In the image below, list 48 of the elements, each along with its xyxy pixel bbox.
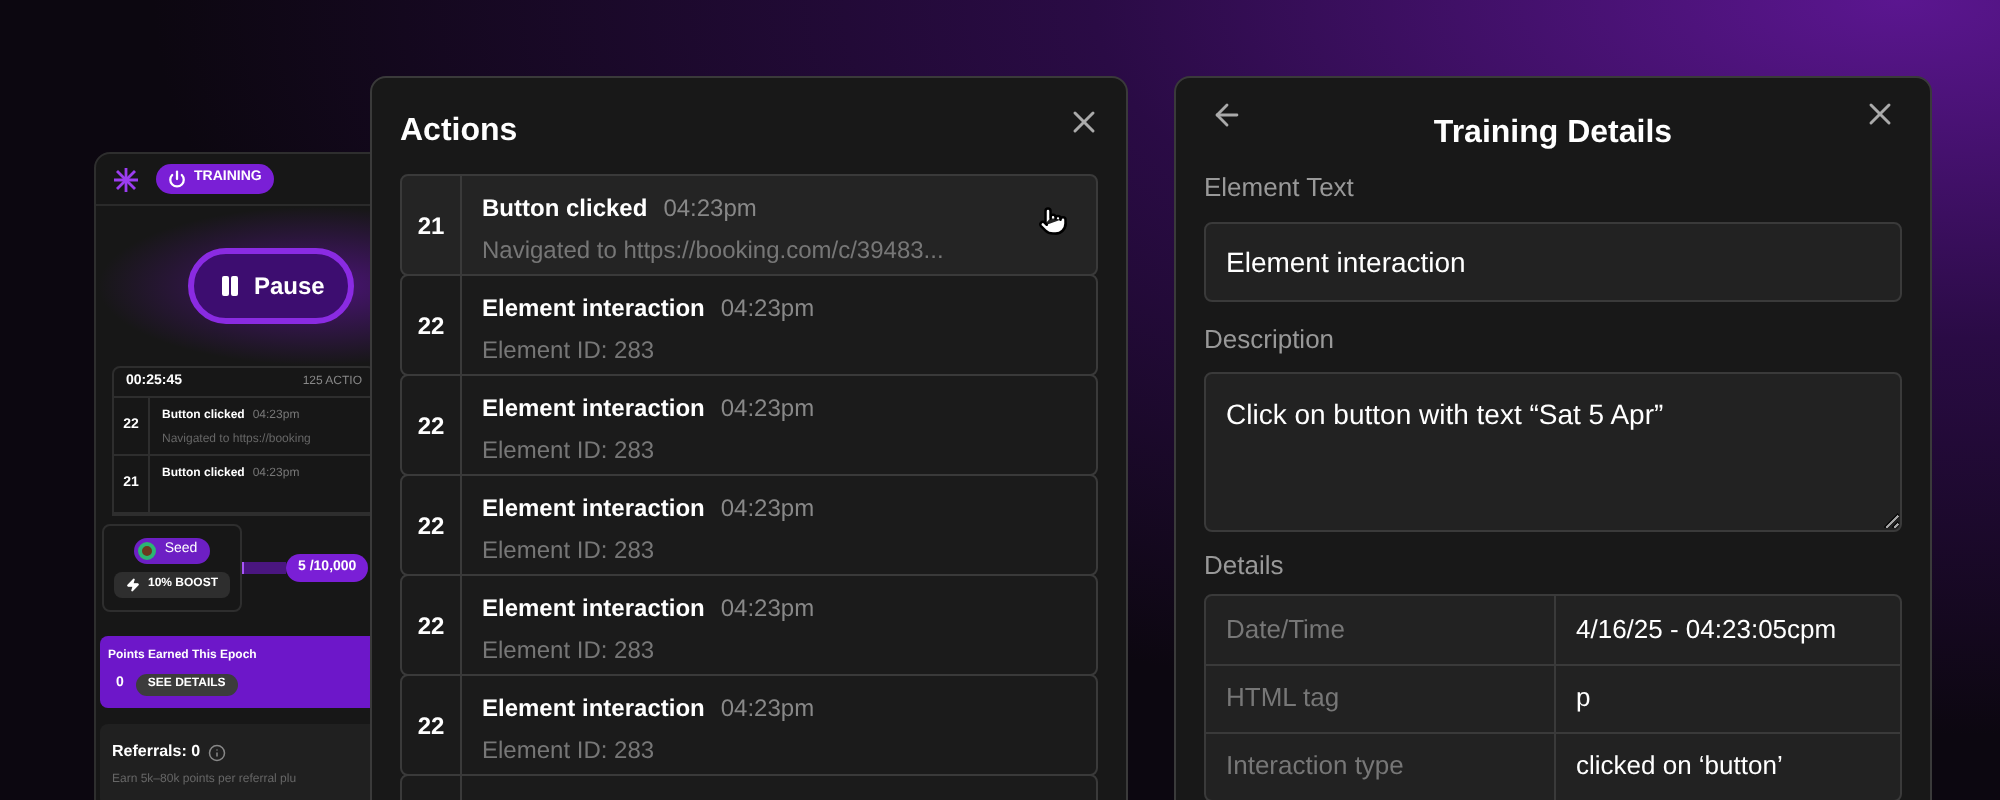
action-row[interactable]: 21 Button clicked 04:23pm Navigated to https://booking.com/c/39483... xyxy=(400,174,1098,276)
action-time: 04:23pm xyxy=(720,692,815,726)
action-detail: Element ID: 283 xyxy=(482,534,657,568)
action-number: 22 xyxy=(402,676,462,774)
action-detail: Navigated to https://booking.com/c/39483... xyxy=(482,234,944,268)
table-cell-text: 4/16/25 - 04:23:05cpm xyxy=(1574,611,1839,648)
action-time: 04:23pm xyxy=(720,292,815,326)
info-icon xyxy=(208,743,227,761)
action-detail: Element ID: 283 xyxy=(482,634,657,668)
action-title: Element interaction xyxy=(482,692,705,726)
field-label: Element Text xyxy=(1204,170,1356,206)
action-detail: Element ID: 283 xyxy=(482,734,657,768)
element-text-field[interactable]: Element interaction xyxy=(1204,221,1902,301)
action-time: 04:23pm xyxy=(720,492,815,526)
action-time: 04:23pm xyxy=(720,392,815,426)
pause-icon xyxy=(218,274,242,298)
seed-icon xyxy=(138,542,157,560)
action-detail: Element ID: 283 xyxy=(482,334,657,368)
lightning-icon xyxy=(125,577,140,592)
field-label: Details xyxy=(1204,548,1286,584)
table-cell: Interaction type xyxy=(1206,733,1556,799)
back-arrow-icon[interactable] xyxy=(1210,98,1244,132)
table-cell: HTML tag xyxy=(1206,665,1556,731)
action-title: Element interaction xyxy=(482,492,705,526)
action-row[interactable]: 22 Element interaction 04:23pm Element ID: 283 xyxy=(400,374,1098,476)
hand-pointer-icon xyxy=(1038,206,1068,236)
window-title: Training Details xyxy=(1433,114,1673,154)
action-title: Element interaction xyxy=(482,592,705,626)
window-title: Actions xyxy=(400,111,518,151)
referrals-title: Referrals: 0 xyxy=(112,740,201,764)
action-detail: Element ID: 283 xyxy=(482,434,657,468)
action-row[interactable]: 22 Element interaction 04:23pm Element ID: 283 xyxy=(400,474,1098,576)
power-icon xyxy=(168,170,186,188)
action-title: Element interaction xyxy=(482,392,705,426)
action-row[interactable]: 22 Element interaction 04:23pm Element ID: 283 xyxy=(400,574,1098,676)
field-label: Description xyxy=(1204,321,1337,358)
action-time: 04:23pm xyxy=(663,192,757,226)
table-cell-text: clicked on ‘button’ xyxy=(1574,748,1785,785)
action-row[interactable]: 22 Element interaction 04:23pm Element ID: 283 xyxy=(400,274,1098,376)
table-cell: Date/Time xyxy=(1206,595,1556,663)
table-cell-text: p xyxy=(1574,680,1593,717)
action-row[interactable]: 22 Element interaction 04:23pm Element ID: 283 xyxy=(400,674,1098,776)
description-field[interactable]: Click on button with text “Sat 5 Apr” xyxy=(1204,372,1902,532)
pause-button[interactable]: Pause xyxy=(188,248,355,324)
action-title: Button clicked xyxy=(482,192,648,226)
action-title: Element interaction xyxy=(482,292,705,326)
action-time: 04:23pm xyxy=(720,592,815,626)
logo-icon xyxy=(112,165,140,193)
